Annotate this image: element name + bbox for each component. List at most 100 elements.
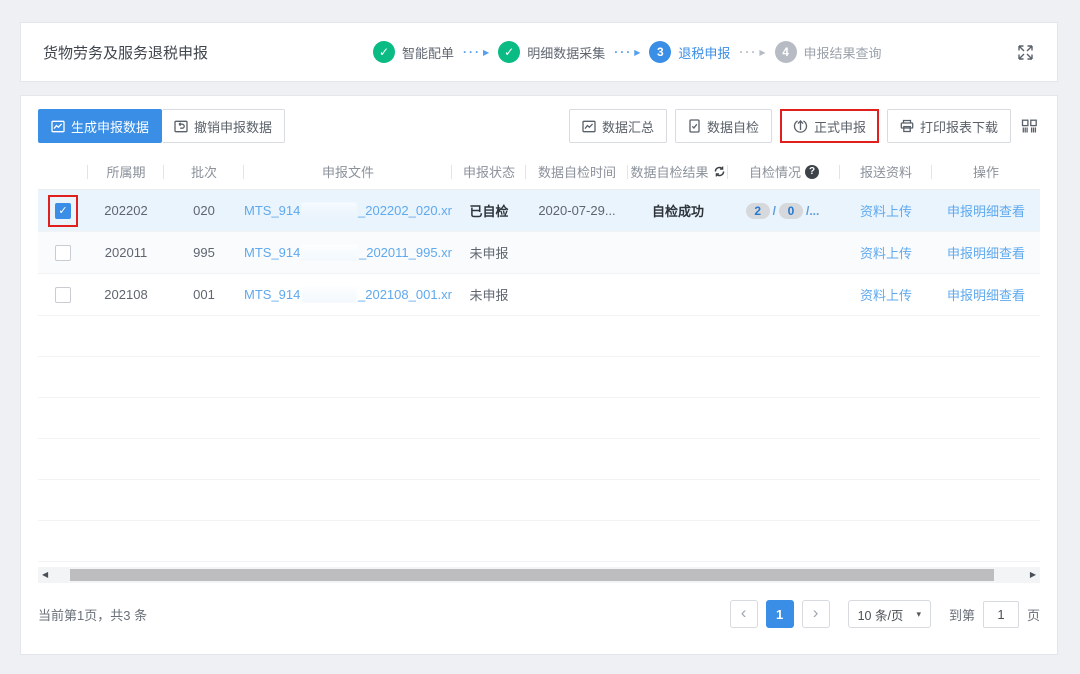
table-header: 所属期 批次 申报文件 申报状态 数据自检时间 数据自检结果 自检情况 ? <box>38 154 1040 190</box>
upload-material-link[interactable]: 资料上传 <box>860 243 912 262</box>
row-checkbox[interactable]: ✓ <box>55 203 71 219</box>
upload-material-link[interactable]: 资料上传 <box>860 285 912 304</box>
page: { "colors": { "accent": "#3a8ee6", "done… <box>0 0 1080 674</box>
redacted-blur <box>301 202 357 219</box>
step-number-icon: 3 <box>649 41 671 63</box>
print-report-download-button[interactable]: 打印报表下载 <box>887 109 1011 143</box>
file-link[interactable]: MTS_914 <box>244 203 300 218</box>
step-result-query[interactable]: 4 申报结果查询 <box>775 41 882 63</box>
redacted-blur <box>301 286 357 303</box>
fullscreen-expand-icon[interactable] <box>1016 43 1035 62</box>
file-link[interactable]: _202108_001.xr <box>358 287 452 302</box>
toolbar: 生成申报数据 撤销申报数据 数据汇总 <box>38 108 1040 144</box>
batch-cell: 995 <box>164 245 244 260</box>
pagination-bar: 当前第1页，共3 条 ‹ 1 › 10 条/页 ▾ 到第 页 <box>38 597 1040 631</box>
header-selfcheck-situation: 自检情况 ? <box>728 162 840 181</box>
generate-declaration-button[interactable]: 生成申报数据 <box>38 109 162 143</box>
step-number-icon: 4 <box>775 41 797 63</box>
annotation-highlight: ✓ <box>48 195 78 227</box>
upload-circle-icon <box>793 119 808 134</box>
step-arrow-icon: ···▶ <box>463 47 489 57</box>
scrollbar-thumb[interactable] <box>70 569 994 581</box>
redacted-blur <box>301 244 358 261</box>
batch-cell: 001 <box>164 287 244 302</box>
column-settings-icon[interactable] <box>1019 119 1040 134</box>
help-icon[interactable]: ? <box>805 165 819 179</box>
toolbar-right-group: 数据汇总 数据自检 正式申报 <box>569 109 1040 143</box>
check-time-cell: 2020-07-29... <box>526 203 628 218</box>
step-done-icon: ✓ <box>498 41 520 63</box>
next-page-button[interactable]: › <box>802 600 830 628</box>
header-file: 申报文件 <box>244 162 452 181</box>
refresh-icon[interactable] <box>713 165 726 178</box>
file-cell: MTS_914 _202011_995.xr <box>244 244 452 261</box>
goto-page-group: 到第 页 <box>949 601 1040 628</box>
row-checkbox[interactable] <box>55 245 71 261</box>
goto-page-input[interactable] <box>983 601 1019 628</box>
table-row[interactable]: 202011 995 MTS_914 _202011_995.xr 未申报 资料上… <box>38 232 1040 274</box>
header-check-time: 数据自检时间 <box>526 162 628 181</box>
undo-square-icon <box>174 120 188 133</box>
file-cell: MTS_914 _202202_020.xr <box>244 202 452 219</box>
goto-suffix: 页 <box>1027 605 1040 624</box>
batch-cell: 020 <box>164 203 244 218</box>
table-row[interactable]: 202108 001 MTS_914_202108_001.xr 未申报 资料上… <box>38 274 1040 316</box>
step-done-icon: ✓ <box>373 41 395 63</box>
step-detail-collection[interactable]: ✓ 明细数据采集 <box>498 41 605 63</box>
view-detail-link[interactable]: 申报明细查看 <box>947 243 1025 262</box>
selfcheck-situation-cell: 2 / 0 /... <box>728 203 840 219</box>
step-arrow-icon: ···▶ <box>739 47 765 57</box>
count-badge: 0 <box>779 203 803 219</box>
table-row[interactable]: ✓ 202202 020 MTS_914 _202202_020.xr 已自检 2… <box>38 190 1040 232</box>
view-detail-link[interactable]: 申报明细查看 <box>947 285 1025 304</box>
header-action: 操作 <box>932 162 1040 181</box>
file-link[interactable]: MTS_914 <box>244 287 300 302</box>
header-card: 货物劳务及服务退税申报 ✓ 智能配单 ···▶ ✓ 明细数据采集 ···▶ 3 … <box>20 22 1058 82</box>
chevron-down-icon: ▾ <box>916 609 921 620</box>
data-summary-button[interactable]: 数据汇总 <box>569 109 667 143</box>
check-result-cell: 自检成功 <box>628 201 728 220</box>
header-check-result: 数据自检结果 <box>628 162 728 181</box>
chart-image-icon <box>51 120 65 133</box>
status-cell: 未申报 <box>452 243 526 262</box>
step-arrow-icon: ···▶ <box>614 47 640 57</box>
chart-image-icon <box>582 120 596 133</box>
document-check-icon <box>688 119 701 133</box>
horizontal-scrollbar[interactable]: ◀ ▶ <box>38 567 1040 583</box>
scroll-left-icon[interactable]: ◀ <box>42 571 48 579</box>
prev-page-button[interactable]: ‹ <box>730 600 758 628</box>
file-link[interactable]: _202202_020.xr <box>358 203 452 218</box>
printer-icon <box>900 119 914 133</box>
empty-row <box>38 439 1040 480</box>
header-upload: 报送资料 <box>840 162 932 181</box>
empty-row <box>38 480 1040 521</box>
file-cell: MTS_914 _202108_001.xr <box>244 286 452 303</box>
empty-row <box>38 398 1040 439</box>
empty-row <box>38 316 1040 357</box>
view-detail-link[interactable]: 申报明细查看 <box>947 201 1025 220</box>
goto-label: 到第 <box>949 605 975 624</box>
page-summary: 当前第1页，共3 条 <box>38 605 147 624</box>
status-cell: 已自检 <box>452 201 526 220</box>
file-link[interactable]: MTS_914 <box>244 245 300 260</box>
file-link[interactable]: _202011_995.xr <box>359 245 452 260</box>
step-tax-refund-declare[interactable]: 3 退税申报 <box>649 41 730 63</box>
scroll-right-icon[interactable]: ▶ <box>1030 571 1036 579</box>
current-page-button[interactable]: 1 <box>766 600 794 628</box>
formal-declaration-button[interactable]: 正式申报 <box>780 109 879 143</box>
row-checkbox[interactable] <box>55 287 71 303</box>
empty-row <box>38 357 1040 398</box>
upload-material-link[interactable]: 资料上传 <box>860 201 912 220</box>
header-status: 申报状态 <box>452 162 526 181</box>
revoke-declaration-button[interactable]: 撤销申报数据 <box>162 109 285 143</box>
data-selfcheck-button[interactable]: 数据自检 <box>675 109 772 143</box>
period-cell: 202202 <box>88 203 164 218</box>
main-card: 生成申报数据 撤销申报数据 数据汇总 <box>20 95 1058 655</box>
step-smart-matching[interactable]: ✓ 智能配单 <box>373 41 454 63</box>
period-cell: 202011 <box>88 245 164 260</box>
count-badge: 2 <box>746 203 770 219</box>
period-cell: 202108 <box>88 287 164 302</box>
empty-row <box>38 521 1040 562</box>
process-stepper: ✓ 智能配单 ···▶ ✓ 明细数据采集 ···▶ 3 退税申报 ···▶ 4 … <box>373 41 882 63</box>
page-size-select[interactable]: 10 条/页 ▾ <box>848 600 931 628</box>
